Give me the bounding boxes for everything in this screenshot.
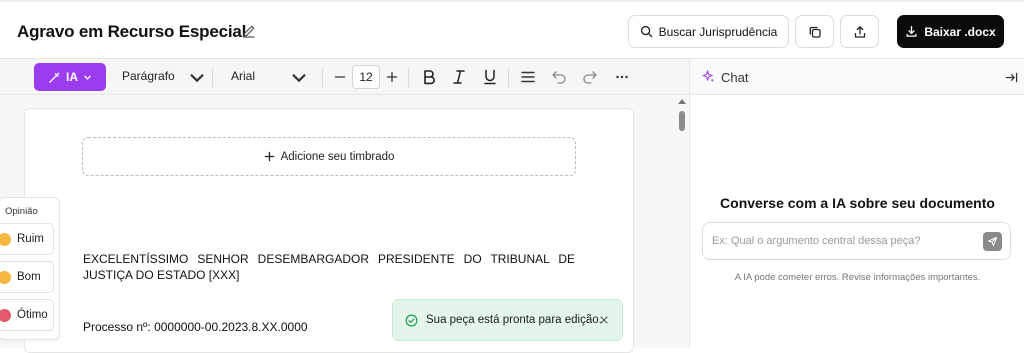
collapse-panel-icon[interactable] xyxy=(1005,71,1018,84)
success-toast: Sua peça está pronta para edição. xyxy=(392,299,623,341)
close-icon[interactable] xyxy=(598,314,610,326)
chevron-down-icon[interactable] xyxy=(290,69,308,87)
undo-icon[interactable] xyxy=(550,68,568,86)
copy-icon xyxy=(809,26,821,38)
search-jurisprudence-button[interactable]: Buscar Jurisprudência xyxy=(628,15,789,48)
letterhead-label: Adicione seu timbrado xyxy=(280,150,395,163)
font-size-input[interactable]: 12 xyxy=(352,65,380,89)
opinion-good-button[interactable]: Bom xyxy=(0,261,54,293)
send-button[interactable] xyxy=(983,232,1002,251)
plus-icon xyxy=(264,151,274,162)
check-circle-icon xyxy=(405,314,418,326)
italic-icon[interactable] xyxy=(450,68,468,86)
pencil-icon[interactable] xyxy=(241,23,257,39)
scroll-thumb[interactable] xyxy=(679,111,685,131)
paragraph-style-select[interactable]: Parágrafo xyxy=(122,69,175,83)
opinion-title: Opinião xyxy=(5,206,38,217)
download-button-label: Baixar .docx xyxy=(924,24,996,39)
toolbar-divider xyxy=(322,68,323,87)
opinion-bad-button[interactable]: Ruim xyxy=(0,223,54,255)
bold-icon[interactable] xyxy=(420,68,438,86)
chevron-down-icon xyxy=(84,75,91,80)
download-docx-button[interactable]: Baixar .docx xyxy=(897,15,1004,48)
font-family-select[interactable]: Arial xyxy=(231,69,255,83)
search-icon xyxy=(640,25,652,38)
toast-message: Sua peça está pronta para edição. xyxy=(426,314,602,326)
editor-scrollbar[interactable] xyxy=(677,99,687,348)
editor-toolbar: IA Parágrafo Arial 12 xyxy=(0,58,689,95)
ia-button-label: IA xyxy=(66,70,78,84)
toolbar-divider xyxy=(508,68,509,87)
copy-button[interactable] xyxy=(795,15,834,48)
heart-eyes-face-icon xyxy=(0,308,11,322)
opinion-widget: Opinião Ruim Bom Ótimo xyxy=(0,197,60,340)
opinion-great-button[interactable]: Ótimo xyxy=(0,299,54,331)
toolbar-divider xyxy=(212,68,213,87)
underline-icon[interactable] xyxy=(481,68,499,86)
increase-font-size-icon[interactable] xyxy=(383,68,401,86)
chat-disclaimer: A IA pode cometer erros. Revise informaç… xyxy=(734,272,981,283)
chat-input[interactable] xyxy=(712,232,972,250)
opinion-good-label: Bom xyxy=(17,271,41,283)
chat-header: Chat xyxy=(689,58,1024,95)
scroll-up-arrow[interactable] xyxy=(678,99,686,104)
ia-menu-button[interactable]: IA xyxy=(34,63,106,91)
download-icon xyxy=(906,26,917,37)
chevron-down-icon[interactable] xyxy=(188,69,206,87)
search-button-label: Buscar Jurisprudência xyxy=(658,24,778,39)
send-icon xyxy=(987,236,998,247)
app-header: Agravo em Recurso Especial Buscar Jurisp… xyxy=(0,0,1024,58)
document-title: Agravo em Recurso Especial xyxy=(17,22,247,41)
more-options-icon[interactable] xyxy=(613,68,631,86)
smile-face-icon xyxy=(0,270,11,284)
decrease-font-size-icon[interactable] xyxy=(331,68,349,86)
add-letterhead-button[interactable]: Adicione seu timbrado xyxy=(82,137,576,176)
magic-wand-icon xyxy=(49,71,61,83)
chat-title: Chat xyxy=(721,70,749,85)
toolbar-divider xyxy=(408,68,409,87)
opinion-great-label: Ótimo xyxy=(17,309,48,321)
chat-input-box xyxy=(702,222,1011,260)
share-icon xyxy=(854,25,865,38)
share-button[interactable] xyxy=(840,15,879,48)
sparkle-icon xyxy=(702,70,715,83)
align-justify-icon[interactable] xyxy=(519,68,537,86)
opinion-bad-label: Ruim xyxy=(17,233,44,245)
document-addressee[interactable]: EXCELENTÍSSIMO SENHOR DESEMBARGADOR PRES… xyxy=(83,251,575,283)
chat-panel: Converse com a IA sobre seu documento A … xyxy=(689,95,1024,348)
redo-icon[interactable] xyxy=(581,68,599,86)
sad-face-icon xyxy=(0,232,11,246)
chat-heading: Converse com a IA sobre seu documento xyxy=(720,195,995,211)
